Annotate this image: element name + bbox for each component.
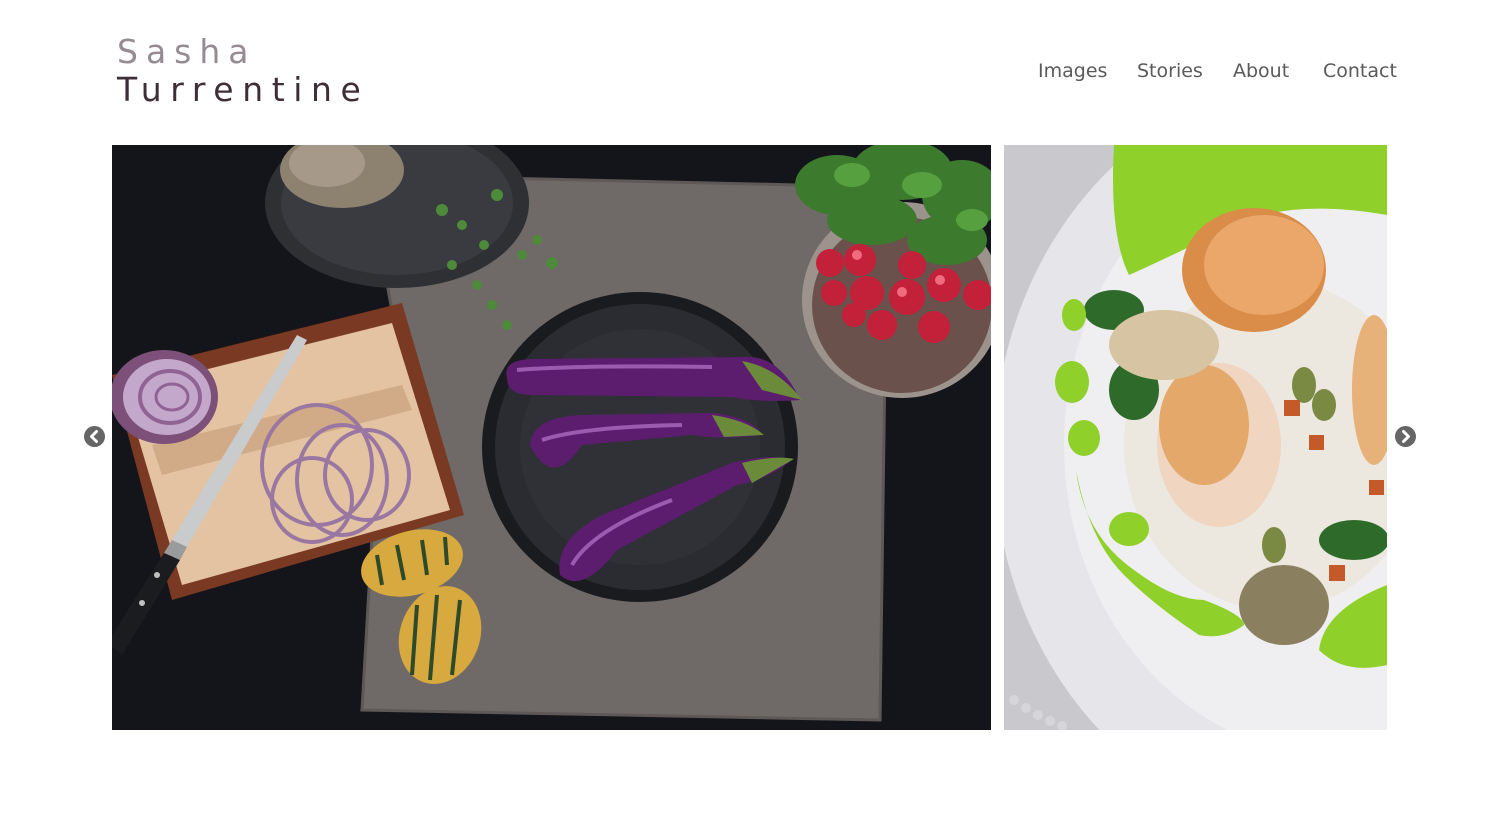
gallery-photo-still-life[interactable] <box>112 145 991 730</box>
chevron-right-icon <box>1402 430 1410 443</box>
gallery-photo-scallops[interactable] <box>1004 145 1387 730</box>
still-life-image <box>112 145 991 730</box>
nav-images[interactable]: Images <box>1038 60 1107 82</box>
chevron-left-icon <box>90 430 98 443</box>
nav-about[interactable]: About <box>1233 60 1289 82</box>
carousel-next-button[interactable] <box>1395 426 1416 447</box>
carousel-prev-button[interactable] <box>84 426 105 447</box>
scallops-image <box>1004 145 1387 730</box>
main-nav: Images Stories About Contact <box>0 60 1500 86</box>
nav-contact[interactable]: Contact <box>1323 60 1397 82</box>
nav-stories[interactable]: Stories <box>1137 60 1203 82</box>
